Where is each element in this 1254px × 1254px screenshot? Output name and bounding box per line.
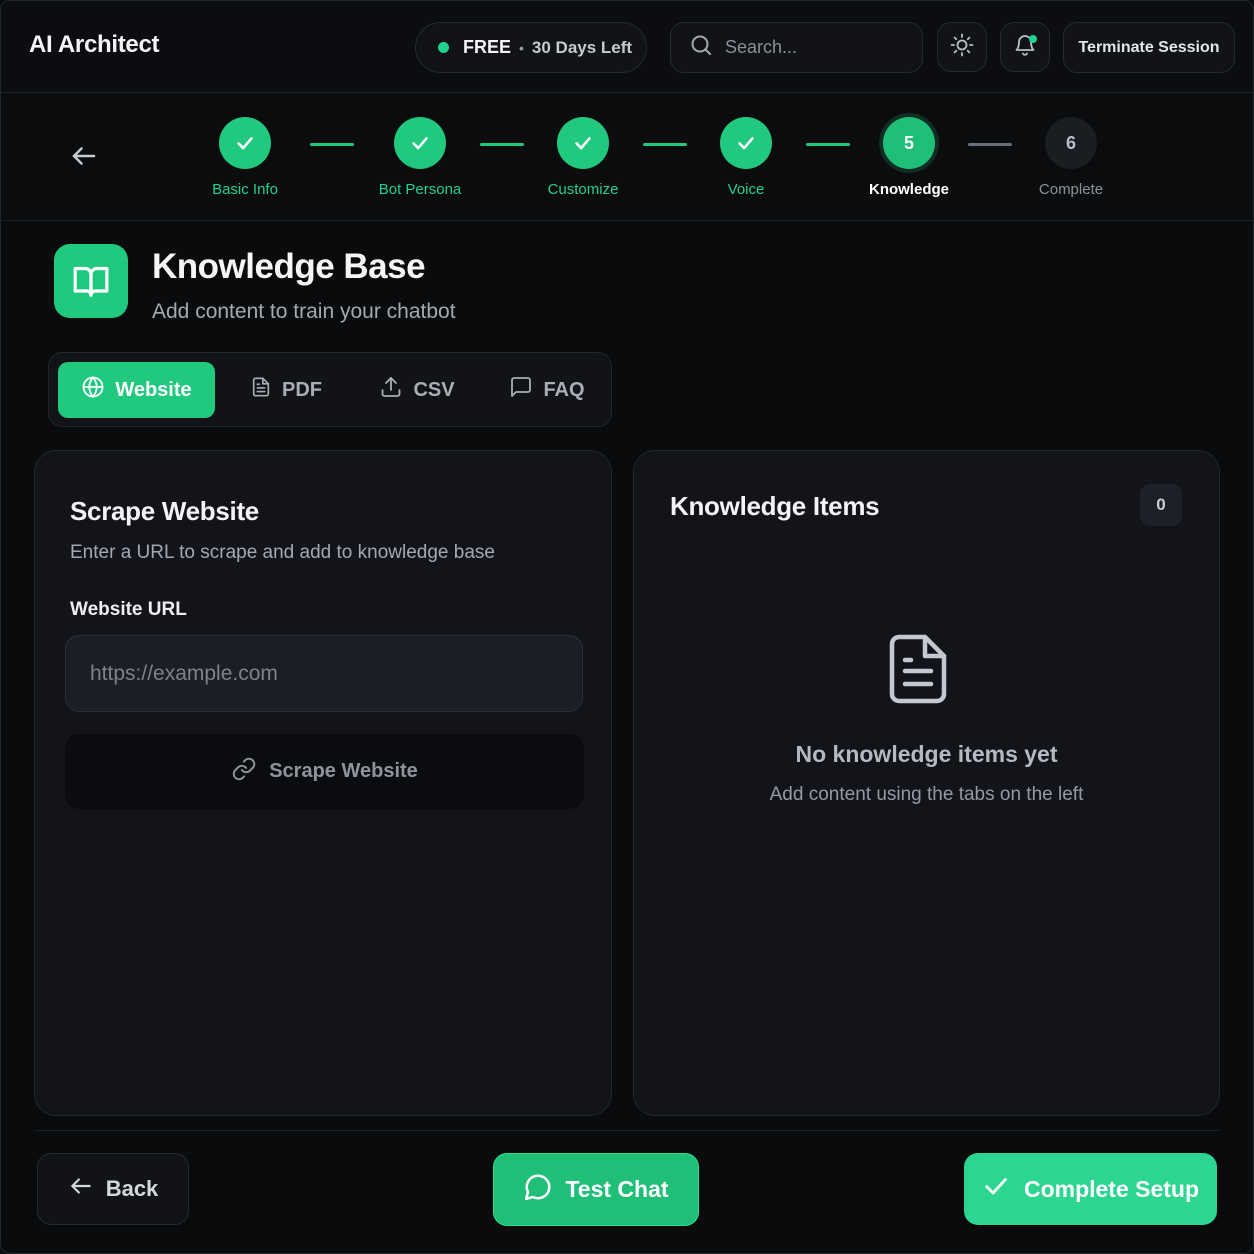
item-count-badge: 0 xyxy=(1140,484,1182,526)
step-number: 6 xyxy=(1045,117,1097,169)
step-number: 5 xyxy=(883,117,935,169)
step-voice[interactable]: Voice xyxy=(676,117,816,198)
step-bot-persona[interactable]: Bot Persona xyxy=(350,117,490,198)
tab-website[interactable]: Website xyxy=(58,362,215,418)
back-button-label: Back xyxy=(105,1176,159,1201)
search-input[interactable] xyxy=(725,37,905,58)
card-description: Enter a URL to scrape and add to knowled… xyxy=(70,542,495,563)
card-title: Scrape Website xyxy=(70,496,259,526)
book-icon xyxy=(54,244,128,318)
notifications-button[interactable] xyxy=(1000,22,1050,72)
terminate-session-button[interactable]: Terminate Session xyxy=(1063,22,1235,73)
step-label: Complete xyxy=(1038,181,1104,198)
step-customize[interactable]: Customize xyxy=(513,117,653,198)
knowledge-items-card: Knowledge Items 0 No knowledge items yet… xyxy=(633,450,1220,1116)
brand-title: AI Architect xyxy=(29,31,160,58)
top-bar: AI Architect FREE • 30 Days Left Termina… xyxy=(1,1,1253,93)
progress-stepper: Basic Info Bot Persona Customize Voice 5 xyxy=(1,93,1253,221)
page-subtitle: Add content to train your chatbot xyxy=(152,300,456,323)
step-check-icon xyxy=(720,117,772,169)
back-arrow-icon[interactable] xyxy=(67,139,101,173)
tab-label: PDF xyxy=(282,378,322,401)
empty-state-description: Add content using the tabs on the left xyxy=(769,784,1084,805)
plan-separator: • xyxy=(519,39,524,56)
chat-bubble-icon xyxy=(523,1172,553,1208)
step-knowledge[interactable]: 5 Knowledge xyxy=(839,117,979,198)
theme-toggle-button[interactable] xyxy=(937,22,987,72)
empty-state-title: No knowledge items yet xyxy=(795,741,1058,767)
step-check-icon xyxy=(557,117,609,169)
step-connector xyxy=(310,143,354,146)
tab-csv[interactable]: CSV xyxy=(362,362,472,418)
complete-setup-button[interactable]: Complete Setup xyxy=(964,1153,1217,1225)
step-label: Basic Info xyxy=(212,181,278,198)
scrape-website-card: Scrape Website Enter a URL to scrape and… xyxy=(34,450,612,1116)
tab-label: FAQ xyxy=(543,378,585,401)
plan-badge[interactable]: FREE • 30 Days Left xyxy=(415,22,647,73)
tab-pdf[interactable]: PDF xyxy=(231,362,341,418)
step-label: Customize xyxy=(547,181,619,198)
step-label: Bot Persona xyxy=(378,181,462,198)
step-basic-info[interactable]: Basic Info xyxy=(175,117,315,198)
plan-name: FREE xyxy=(463,37,512,57)
upload-icon xyxy=(379,375,403,405)
step-complete[interactable]: 6 Complete xyxy=(1001,117,1141,198)
test-chat-button[interactable]: Test Chat xyxy=(493,1153,699,1226)
back-button[interactable]: Back xyxy=(37,1153,189,1225)
complete-setup-label: Complete Setup xyxy=(1023,1175,1200,1202)
scrape-button-label: Scrape Website xyxy=(269,760,418,782)
file-text-icon xyxy=(250,375,272,405)
card-title: Knowledge Items xyxy=(670,491,880,521)
tab-label: Website xyxy=(115,378,192,401)
document-icon xyxy=(887,633,949,705)
step-label: Voice xyxy=(727,181,765,198)
link-icon xyxy=(231,756,257,788)
website-url-input[interactable] xyxy=(65,635,583,712)
tab-label: CSV xyxy=(413,378,455,401)
search-icon xyxy=(689,33,713,62)
globe-icon xyxy=(81,375,105,405)
scrape-website-button[interactable]: Scrape Website xyxy=(65,734,584,809)
step-label: Knowledge xyxy=(868,181,949,198)
arrow-left-icon xyxy=(68,1173,94,1205)
check-icon xyxy=(982,1172,1010,1206)
sun-icon xyxy=(950,33,974,62)
status-dot-icon xyxy=(438,42,449,53)
page-title: Knowledge Base xyxy=(152,247,426,286)
step-check-icon xyxy=(219,117,271,169)
website-url-label: Website URL xyxy=(70,599,187,620)
test-chat-label: Test Chat xyxy=(565,1176,669,1202)
tab-faq[interactable]: FAQ xyxy=(492,362,602,418)
notification-dot-icon xyxy=(1029,35,1037,43)
step-check-icon xyxy=(394,117,446,169)
plan-days-left: 30 Days Left xyxy=(531,37,633,57)
content-type-tabs: Website PDF CSV FAQ xyxy=(48,352,612,427)
message-square-icon xyxy=(509,375,533,405)
search-box[interactable] xyxy=(670,22,923,73)
footer-divider xyxy=(34,1130,1220,1131)
app-window: AI Architect FREE • 30 Days Left Termina… xyxy=(0,0,1254,1254)
